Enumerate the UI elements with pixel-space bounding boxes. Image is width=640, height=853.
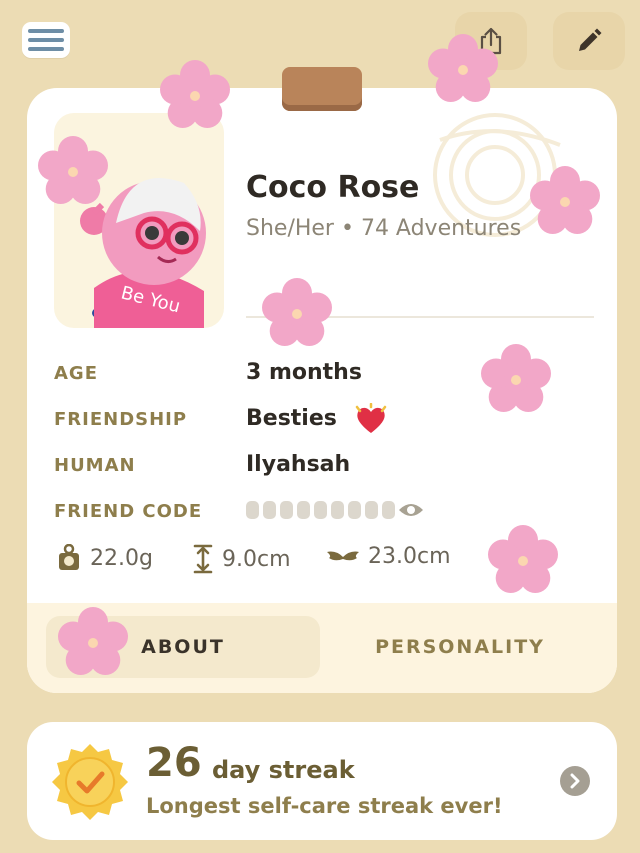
flower-decoration xyxy=(38,136,108,204)
human-value: Ilyahsah xyxy=(246,452,351,477)
flower-decoration xyxy=(262,278,332,346)
pet-name: Coco Rose xyxy=(246,170,420,205)
flower-decoration xyxy=(428,34,498,102)
menu-button[interactable] xyxy=(22,22,70,58)
wings-icon xyxy=(327,551,359,560)
flower-decoration xyxy=(488,525,558,593)
weight-value: 22.0g xyxy=(90,545,153,571)
check-badge-icon xyxy=(52,744,128,820)
flower-decoration xyxy=(481,344,551,412)
weight-stat: 22.0g xyxy=(56,544,153,572)
menu-icon-bar xyxy=(28,29,64,33)
edit-button[interactable] xyxy=(553,12,625,70)
age-label: AGE xyxy=(54,363,99,384)
friend-code-hidden xyxy=(246,501,395,519)
weight-icon xyxy=(59,544,79,570)
height-icon xyxy=(193,544,213,574)
friendship-label: FRIENDSHIP xyxy=(54,409,188,430)
flower-decoration xyxy=(530,166,600,234)
flower-decoration xyxy=(160,60,230,128)
menu-icon-bar xyxy=(28,38,64,42)
flower-decoration xyxy=(58,607,128,675)
streak-chevron-button[interactable] xyxy=(560,766,590,796)
streak-message: Longest self-care streak ever! xyxy=(146,794,503,818)
height-stat: 9.0cm xyxy=(192,544,291,574)
pet-subtitle: She/Her • 74 Adventures xyxy=(246,216,522,241)
eye-icon[interactable] xyxy=(398,500,424,520)
wingspan-stat: 23.0cm xyxy=(326,544,451,569)
wingspan-value: 23.0cm xyxy=(368,544,451,569)
height-value: 9.0cm xyxy=(222,546,291,572)
friendship-value: Besties xyxy=(246,406,337,431)
menu-icon-bar xyxy=(28,47,64,51)
age-value: 3 months xyxy=(246,360,362,385)
heart-icon xyxy=(355,403,387,433)
chevron-right-icon xyxy=(570,773,580,789)
card-clip xyxy=(282,67,362,111)
pencil-icon xyxy=(579,28,602,51)
human-label: HUMAN xyxy=(54,455,136,476)
streak-count: 26 xyxy=(146,740,202,786)
tab-personality[interactable]: PERSONALITY xyxy=(320,616,600,678)
streak-unit: day streak xyxy=(212,756,355,784)
friend-code-label: FRIEND CODE xyxy=(54,501,203,522)
